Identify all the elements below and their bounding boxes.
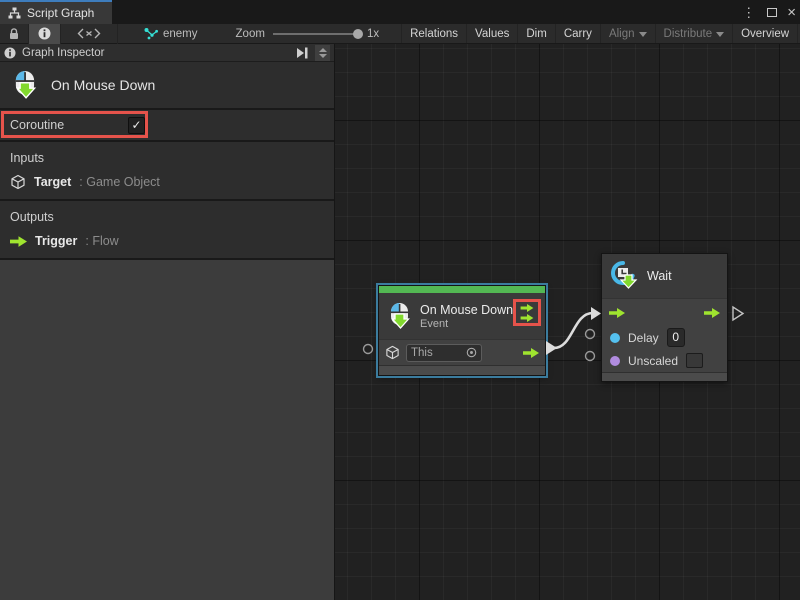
mouse-event-icon — [12, 70, 39, 100]
target-object-value: This — [411, 347, 466, 359]
wait-clock-icon — [608, 260, 638, 292]
maximize-icon[interactable] — [767, 8, 777, 17]
preview-code-button[interactable] — [61, 24, 118, 44]
inspector-title: Graph Inspector — [22, 47, 289, 59]
inputs-header: Inputs — [10, 151, 334, 165]
node-wait[interactable]: Wait Delay 0 Unscaled — [601, 253, 728, 382]
info-icon — [4, 47, 16, 59]
inspector-header: Graph Inspector — [0, 44, 334, 62]
flow-output-port[interactable] — [704, 308, 720, 318]
object-picker-icon[interactable] — [466, 347, 477, 358]
input-row-target: Target : Game Object — [10, 173, 334, 191]
coroutine-section: Coroutine ✓ — [0, 110, 334, 142]
distribute-button[interactable]: Distribute — [656, 24, 734, 43]
output-type: : Flow — [85, 234, 118, 248]
wait-node-footer — [602, 372, 727, 381]
tab-label: Script Graph — [27, 6, 94, 20]
event-node-header[interactable]: On Mouse Down Event — [379, 293, 545, 339]
zoom-label: Zoom — [236, 28, 265, 40]
wait-delay-outer-port[interactable] — [586, 330, 595, 339]
wait-delay-row: Delay 0 — [602, 326, 727, 349]
wait-unscaled-row: Unscaled — [602, 349, 727, 372]
game-object-cube-icon — [10, 174, 26, 190]
graph-name: enemy — [163, 28, 198, 40]
wait-node-header[interactable]: Wait — [602, 254, 727, 298]
trigger-output-port[interactable] — [523, 348, 539, 358]
input-name: Target — [34, 175, 71, 189]
unscaled-checkbox[interactable] — [686, 353, 703, 368]
tab-script-graph[interactable]: Script Graph — [0, 0, 112, 24]
input-type: : Game Object — [79, 175, 160, 189]
title-bar: Script Graph ⋮ × — [0, 0, 800, 24]
output-name: Trigger — [35, 234, 77, 248]
inspected-node-header: On Mouse Down — [0, 62, 334, 110]
game-object-cube-icon — [385, 345, 400, 360]
values-button[interactable]: Values — [467, 24, 518, 43]
zoom-slider[interactable] — [273, 33, 359, 35]
info-icon — [38, 27, 51, 40]
output-row-trigger: Trigger : Flow — [10, 232, 334, 250]
wait-node-title: Wait — [647, 269, 672, 283]
flow-arrow-icon — [10, 236, 27, 247]
mouse-event-icon — [387, 302, 413, 330]
graph-asset-icon — [144, 28, 158, 40]
align-button[interactable]: Align — [601, 24, 656, 43]
coroutine-label: Coroutine — [10, 118, 64, 132]
graph-breadcrumb[interactable]: enemy — [118, 28, 208, 40]
chevron-down-icon — [716, 32, 724, 37]
delay-value-field[interactable]: 0 — [667, 328, 685, 347]
lock-icon — [9, 28, 19, 40]
wait-exit-port[interactable] — [733, 307, 743, 320]
script-graph-window: Script Graph ⋮ × — [0, 0, 800, 600]
outputs-section: Outputs Trigger : Flow — [0, 201, 334, 260]
dim-button[interactable]: Dim — [518, 24, 555, 43]
event-node-color-bar — [379, 286, 545, 293]
event-node-subtitle: Event — [420, 318, 513, 330]
dock-panel-icon[interactable] — [295, 47, 309, 59]
distribute-label: Distribute — [664, 28, 713, 40]
overview-button[interactable]: Overview — [733, 24, 798, 43]
inspector-toggle-button[interactable] — [29, 24, 61, 44]
unscaled-input-port[interactable] — [610, 356, 620, 366]
delay-label: Delay — [628, 331, 659, 345]
wait-unscaled-outer-port[interactable] — [586, 352, 595, 361]
coroutine-checkbox[interactable]: ✓ — [128, 117, 145, 134]
event-target-port[interactable] — [364, 345, 373, 354]
graph-hierarchy-icon — [8, 7, 21, 19]
zoom-value: 1x — [367, 28, 379, 40]
graph-toolbar: enemy Zoom 1x Relations Values Dim Carry… — [0, 24, 800, 44]
inputs-section: Inputs Target : Game Object — [0, 142, 334, 201]
wire-start-arrow-icon — [546, 341, 557, 355]
wait-flow-row — [602, 298, 727, 326]
inspected-node-title: On Mouse Down — [51, 77, 155, 93]
flow-arrow-icon — [520, 304, 534, 312]
graph-canvas[interactable]: On Mouse Down Event — [335, 44, 800, 600]
graph-inspector-panel: Graph Inspector On Mouse Down Cor — [0, 44, 335, 600]
align-label: Align — [609, 28, 635, 40]
chevron-down-icon — [639, 32, 647, 37]
event-node-title: On Mouse Down — [420, 303, 513, 317]
flow-input-port[interactable] — [609, 308, 625, 318]
carry-button[interactable]: Carry — [556, 24, 601, 43]
outputs-header: Outputs — [10, 210, 334, 224]
coroutine-indicator-annotated — [513, 299, 541, 326]
wire-end-arrow-icon — [591, 307, 601, 320]
flow-connection-wire[interactable] — [554, 313, 593, 348]
unscaled-label: Unscaled — [628, 354, 678, 368]
target-object-field[interactable]: This — [406, 344, 482, 362]
zoom-slider-handle[interactable] — [353, 29, 363, 39]
delay-input-port[interactable] — [610, 333, 620, 343]
node-on-mouse-down[interactable]: On Mouse Down Event — [378, 285, 546, 376]
window-menu-icon[interactable]: ⋮ — [740, 6, 757, 19]
lock-button[interactable] — [0, 24, 29, 44]
panel-stepper[interactable] — [315, 45, 330, 61]
chevron-down-icon — [319, 54, 327, 58]
chevron-up-icon — [319, 48, 327, 52]
close-icon[interactable]: × — [787, 5, 796, 20]
event-node-footer — [379, 365, 545, 375]
event-node-target-row: This — [379, 339, 545, 365]
relations-button[interactable]: Relations — [402, 24, 467, 43]
flow-arrow-icon — [520, 314, 534, 322]
code-icon — [77, 28, 101, 39]
